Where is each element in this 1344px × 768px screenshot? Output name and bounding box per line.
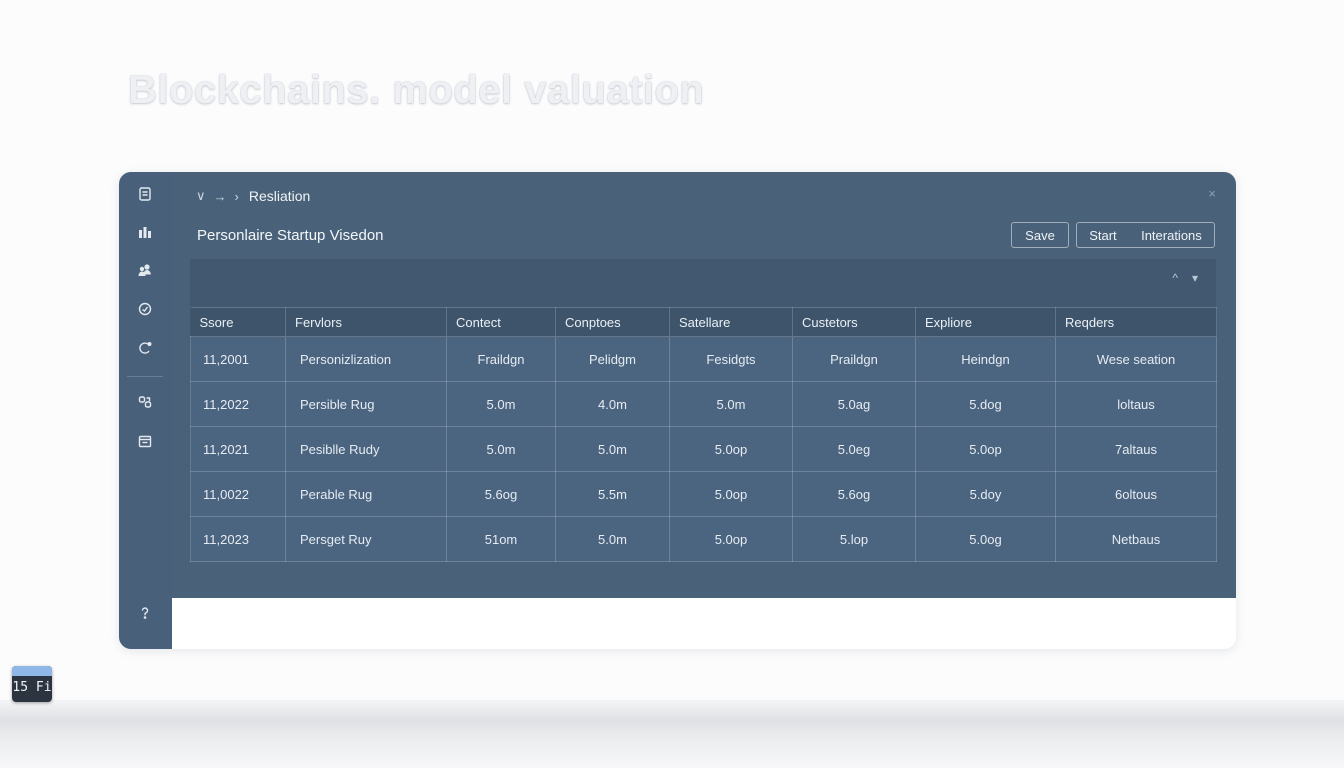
column-header[interactable]: Contect (446, 307, 556, 337)
table-cell: 6oltous (1055, 471, 1217, 517)
table-cell: 5.0m (669, 381, 793, 427)
column-header[interactable]: Reqders (1055, 307, 1217, 337)
table-cell: 5.0m (555, 516, 670, 562)
chart-icon[interactable] (134, 221, 156, 243)
table-cell: 7altaus (1055, 426, 1217, 472)
table-cell: 11,2021 (190, 426, 286, 472)
sidebar-divider (127, 376, 163, 377)
table-cell: 5.0m (555, 426, 670, 472)
table-cell: Persget Ruy (285, 516, 447, 562)
table-cell: 5.lop (792, 516, 916, 562)
column-header[interactable]: Expliore (915, 307, 1056, 337)
table-cell: 5.0eg (792, 426, 916, 472)
sidebar (119, 172, 172, 649)
table-cell: 11,2022 (190, 381, 286, 427)
tray-text: 15 Fi (12, 680, 52, 695)
breadcrumb: ∨ → › Resliation (196, 186, 310, 206)
refresh-icon[interactable] (134, 337, 156, 359)
start-label: Start (1089, 227, 1117, 243)
table-cell: 5.0op (669, 516, 793, 562)
page-title: Blockchains. model valuation (128, 68, 705, 112)
table-cell: 5.0op (669, 471, 793, 517)
target-icon[interactable] (134, 298, 156, 320)
table-cell: 5.doy (915, 471, 1056, 517)
save-button[interactable]: Save (1011, 222, 1069, 248)
table-header-row: Ssore Fervlors Contect Conptoes Satellar… (190, 307, 1217, 337)
table-panel: ^ ▾ Ssore Fervlors Contect Conptoes Sate… (190, 259, 1217, 562)
table-cell: 5.0op (669, 426, 793, 472)
tray-widget[interactable]: 15 Fi (12, 666, 52, 702)
panel-controls: ^ ▾ (1172, 271, 1198, 285)
column-header[interactable]: Custetors (792, 307, 916, 337)
table-cell: Praildgn (792, 336, 916, 382)
section-title: Personlaire Startup Visedon (197, 227, 384, 244)
table-cell: 5.0ag (792, 381, 916, 427)
link-icon[interactable] (134, 391, 156, 413)
table-cell: Pelidgm (555, 336, 670, 382)
data-table: Ssore Fervlors Contect Conptoes Satellar… (190, 307, 1217, 562)
table-row[interactable]: 11,0022 Perable Rug 5.6og 5.5m 5.0op 5.6… (190, 471, 1217, 517)
table-cell: 5.dog (915, 381, 1056, 427)
column-header[interactable]: Ssore (190, 307, 286, 337)
chevron-right-icon: › (234, 188, 239, 204)
table-cell: 11,2001 (190, 336, 286, 382)
table-row[interactable]: 11,2023 Persget Ruy 51om 5.0m 5.0op 5.lo… (190, 516, 1217, 562)
table-cell: 4.0m (555, 381, 670, 427)
table-cell: Fesidgts (669, 336, 793, 382)
table-cell: Heindgn (915, 336, 1056, 382)
table-cell: loltaus (1055, 381, 1217, 427)
tray-header (12, 666, 52, 676)
table-row[interactable]: 11,2022 Persible Rug 5.0m 4.0m 5.0m 5.0a… (190, 381, 1217, 427)
table-cell: 5.0m (446, 426, 556, 472)
close-icon[interactable]: × (1208, 186, 1216, 201)
table-cell: Pesiblle Rudy (285, 426, 447, 472)
calendar-icon[interactable] (134, 430, 156, 452)
main-content: ∨ → › Resliation × Personlaire Startup V… (172, 172, 1236, 598)
help-icon[interactable] (134, 602, 156, 624)
users-icon[interactable] (134, 259, 156, 281)
chevron-down-icon[interactable]: ∨ (196, 188, 206, 204)
table-cell: Personizlization (285, 336, 447, 382)
table-cell: 5.6og (446, 471, 556, 517)
table-cell: 5.0op (915, 426, 1056, 472)
app-window: ∨ → › Resliation × Personlaire Startup V… (119, 172, 1236, 649)
table-row[interactable]: 11,2001 Personizlization Fraildgn Pelidg… (190, 336, 1217, 382)
taskbar (0, 700, 1344, 768)
table-cell: 5.6og (792, 471, 916, 517)
breadcrumb-current[interactable]: Resliation (249, 188, 310, 204)
table-cell: Wese seation (1055, 336, 1217, 382)
start-interactions-button[interactable]: Start Interations (1076, 222, 1215, 248)
table-cell: 5.5m (555, 471, 670, 517)
caret-down-icon[interactable]: ▾ (1192, 271, 1198, 285)
table-cell: Netbaus (1055, 516, 1217, 562)
column-header[interactable]: Satellare (669, 307, 793, 337)
interactions-label: Interations (1141, 227, 1202, 243)
table-cell: 51om (446, 516, 556, 562)
table-cell: 11,0022 (190, 471, 286, 517)
column-header[interactable]: Conptoes (555, 307, 670, 337)
table-cell: Persible Rug (285, 381, 447, 427)
table-cell: Fraildgn (446, 336, 556, 382)
chevron-up-icon[interactable]: ^ (1172, 271, 1178, 285)
table-cell: Perable Rug (285, 471, 447, 517)
table-row[interactable]: 11,2021 Pesiblle Rudy 5.0m 5.0m 5.0op 5.… (190, 426, 1217, 472)
table-cell: 5.0og (915, 516, 1056, 562)
arrow-right-icon[interactable]: → (214, 189, 227, 204)
table-cell: 5.0m (446, 381, 556, 427)
table-cell: 11,2023 (190, 516, 286, 562)
column-header[interactable]: Fervlors (285, 307, 447, 337)
document-icon[interactable] (134, 183, 156, 205)
